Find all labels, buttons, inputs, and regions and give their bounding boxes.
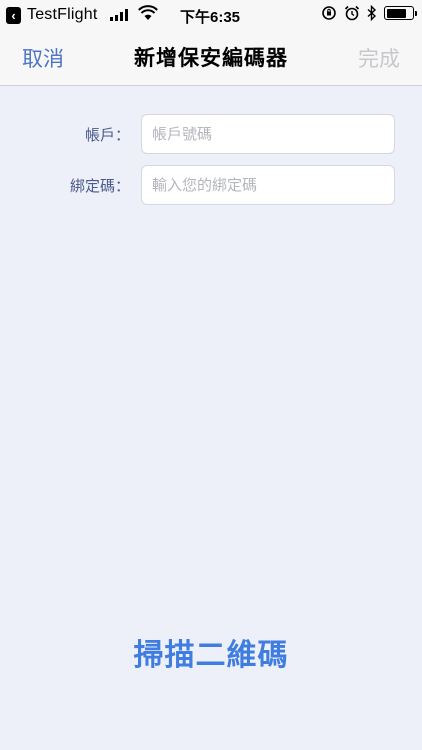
orientation-lock-icon <box>322 6 336 20</box>
back-app-label: TestFlight <box>27 6 98 23</box>
back-chevron-icon: ‹ <box>6 6 21 24</box>
wifi-icon <box>138 5 158 20</box>
done-button[interactable]: 完成 <box>358 43 400 73</box>
account-number-input[interactable] <box>141 114 395 154</box>
account-label: 帳戶： <box>84 126 130 144</box>
account-row: 帳戶： <box>0 114 422 154</box>
status-time: 下午6:35 <box>180 9 241 26</box>
scan-qr-code-button[interactable]: 掃描二維碼 <box>0 630 422 674</box>
status-bar: ‹ TestFlight 下午6:35 <box>0 0 422 30</box>
binding-code-label: 綁定碼： <box>69 177 130 195</box>
bluetooth-icon <box>367 5 377 21</box>
alarm-icon <box>344 5 360 21</box>
binding-code-input[interactable] <box>141 165 395 205</box>
back-to-app[interactable]: ‹ TestFlight <box>6 6 97 24</box>
cellular-signal-icon <box>110 9 128 21</box>
battery-icon <box>384 6 417 20</box>
navigation-bar: 取消 新增保安編碼器 完成 <box>0 30 422 86</box>
binding-code-row: 綁定碼： <box>0 165 422 205</box>
